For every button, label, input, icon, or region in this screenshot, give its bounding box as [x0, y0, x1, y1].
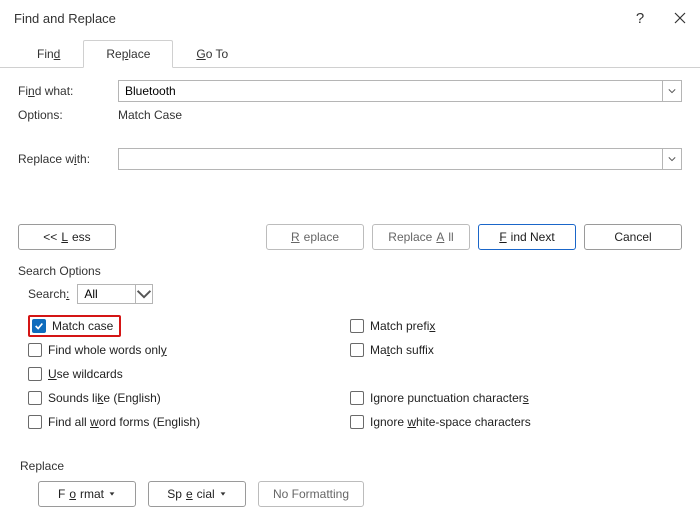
bottom-section: Replace Format Special No Formatting [0, 459, 700, 527]
replace-with-input[interactable] [118, 148, 662, 170]
checkbox-box[interactable] [350, 391, 364, 405]
format-button[interactable]: Format [38, 481, 136, 507]
find-what-combo[interactable] [118, 80, 682, 102]
checkbox-label: Sounds like (English) [48, 391, 161, 405]
help-button[interactable]: ? [620, 0, 660, 36]
checkbox-label: Use wildcards [48, 367, 123, 381]
search-direction-select[interactable] [77, 284, 153, 304]
options-label: Options: [18, 108, 118, 122]
checkbox-match-case[interactable]: Match case [28, 314, 350, 338]
search-options-label: Search Options [0, 264, 700, 278]
checkbox-label: Ignore white-space characters [370, 415, 531, 429]
checkbox-label: Match suffix [370, 343, 434, 357]
search-options: Search: [0, 278, 700, 314]
checkbox-find-whole-words-only[interactable]: Find whole words only [28, 338, 350, 362]
find-what-label: Find what: [18, 84, 118, 98]
checkbox-box[interactable] [350, 343, 364, 357]
checkbox-label: Match prefix [370, 319, 435, 333]
search-direction-label: Search: [28, 287, 69, 301]
checkbox-columns: Match case Find whole words only Use wildc… [0, 314, 700, 434]
dialog-title: Find and Replace [14, 11, 620, 26]
checkbox-sounds-like-english-[interactable]: Sounds like (English) [28, 386, 350, 410]
replace-with-label: Replace with: [18, 152, 118, 166]
no-formatting-button[interactable]: No Formatting [258, 481, 364, 507]
close-button[interactable] [660, 0, 700, 36]
special-button[interactable]: Special [148, 481, 246, 507]
cancel-button[interactable]: Cancel [584, 224, 682, 250]
replace-with-combo[interactable] [118, 148, 682, 170]
search-direction-dropdown[interactable] [135, 284, 153, 304]
caret-down-icon [219, 487, 227, 501]
checkbox-col-left: Match case Find whole words only Use wildc… [28, 314, 350, 434]
search-direction-value[interactable] [77, 284, 135, 304]
checkbox-col-right: Match prefix Match suffix Ignore punctuati… [350, 314, 672, 434]
checkbox-box[interactable] [28, 367, 42, 381]
checkbox-box[interactable] [350, 415, 364, 429]
tab-find[interactable]: Find [14, 40, 83, 68]
checkbox-match-suffix[interactable]: Match suffix [350, 338, 672, 362]
checkbox-use-wildcards[interactable]: Use wildcards [28, 362, 350, 386]
find-replace-dialog: Find and Replace ? Find Replace Go To Fi… [0, 0, 700, 527]
find-what-input[interactable] [118, 80, 662, 102]
checkbox-label: Find whole words only [48, 343, 167, 357]
checkbox-box[interactable] [32, 319, 46, 333]
checkbox-box[interactable] [350, 319, 364, 333]
tab-goto[interactable]: Go To [173, 40, 251, 68]
checkbox-box[interactable] [28, 415, 42, 429]
checkbox-ignore-white-space-characters[interactable]: Ignore white-space characters [350, 410, 672, 434]
titlebar: Find and Replace ? [0, 0, 700, 36]
checkbox-match-prefix[interactable]: Match prefix [350, 314, 672, 338]
checkbox-label: Ignore punctuation characters [370, 391, 529, 405]
button-row: << Less Replace Replace All Find Next Ca… [0, 176, 700, 258]
checkbox-ignore-punctuation-characters[interactable]: Ignore punctuation characters [350, 386, 672, 410]
form-area: Find what: Options: Match Case Replace w… [0, 68, 700, 170]
replace-all-button[interactable]: Replace All [372, 224, 470, 250]
replace-button[interactable]: Replace [266, 224, 364, 250]
checkbox-label: Find all word forms (English) [48, 415, 200, 429]
checkbox-box[interactable] [28, 343, 42, 357]
find-next-button[interactable]: Find Next [478, 224, 576, 250]
checkbox-box[interactable] [28, 391, 42, 405]
find-what-dropdown[interactable] [662, 80, 682, 102]
checkbox-label: Match case [52, 319, 113, 333]
replace-section-label: Replace [18, 459, 682, 473]
replace-with-dropdown[interactable] [662, 148, 682, 170]
tab-row: Find Replace Go To [0, 36, 700, 68]
options-value: Match Case [118, 108, 182, 122]
caret-down-icon [108, 487, 116, 501]
tab-replace[interactable]: Replace [83, 40, 173, 68]
less-button[interactable]: << Less [18, 224, 116, 250]
checkbox-find-all-word-forms-english-[interactable]: Find all word forms (English) [28, 410, 350, 434]
